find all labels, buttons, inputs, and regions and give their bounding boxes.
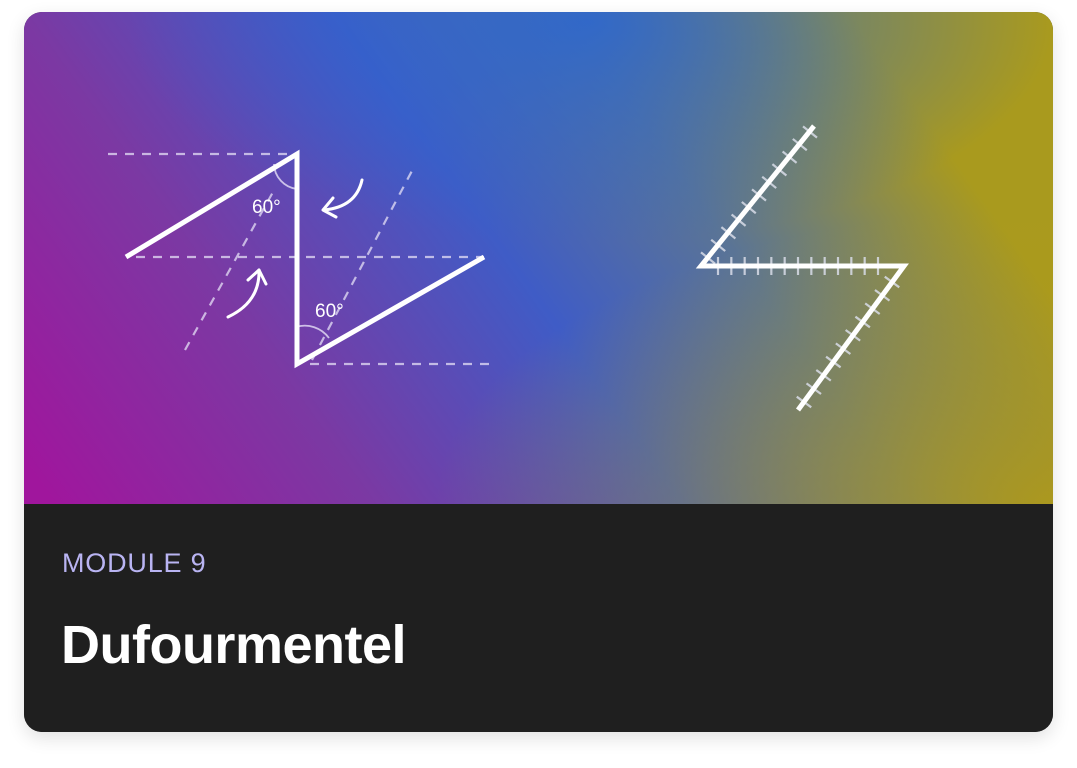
module-number-label: MODULE 9 — [62, 548, 207, 578]
angle-label-bottom: 60° — [315, 301, 344, 322]
module-title: Dufourmentel — [61, 615, 407, 675]
angle-label-top: 60° — [252, 197, 281, 218]
module-hero-image: 60° 60° — [24, 12, 1053, 504]
module-card[interactable]: 60° 60° MODULE 9 Dufourmentel — [24, 12, 1053, 732]
module-caption: MODULE 9 Dufourmentel — [24, 504, 1053, 732]
